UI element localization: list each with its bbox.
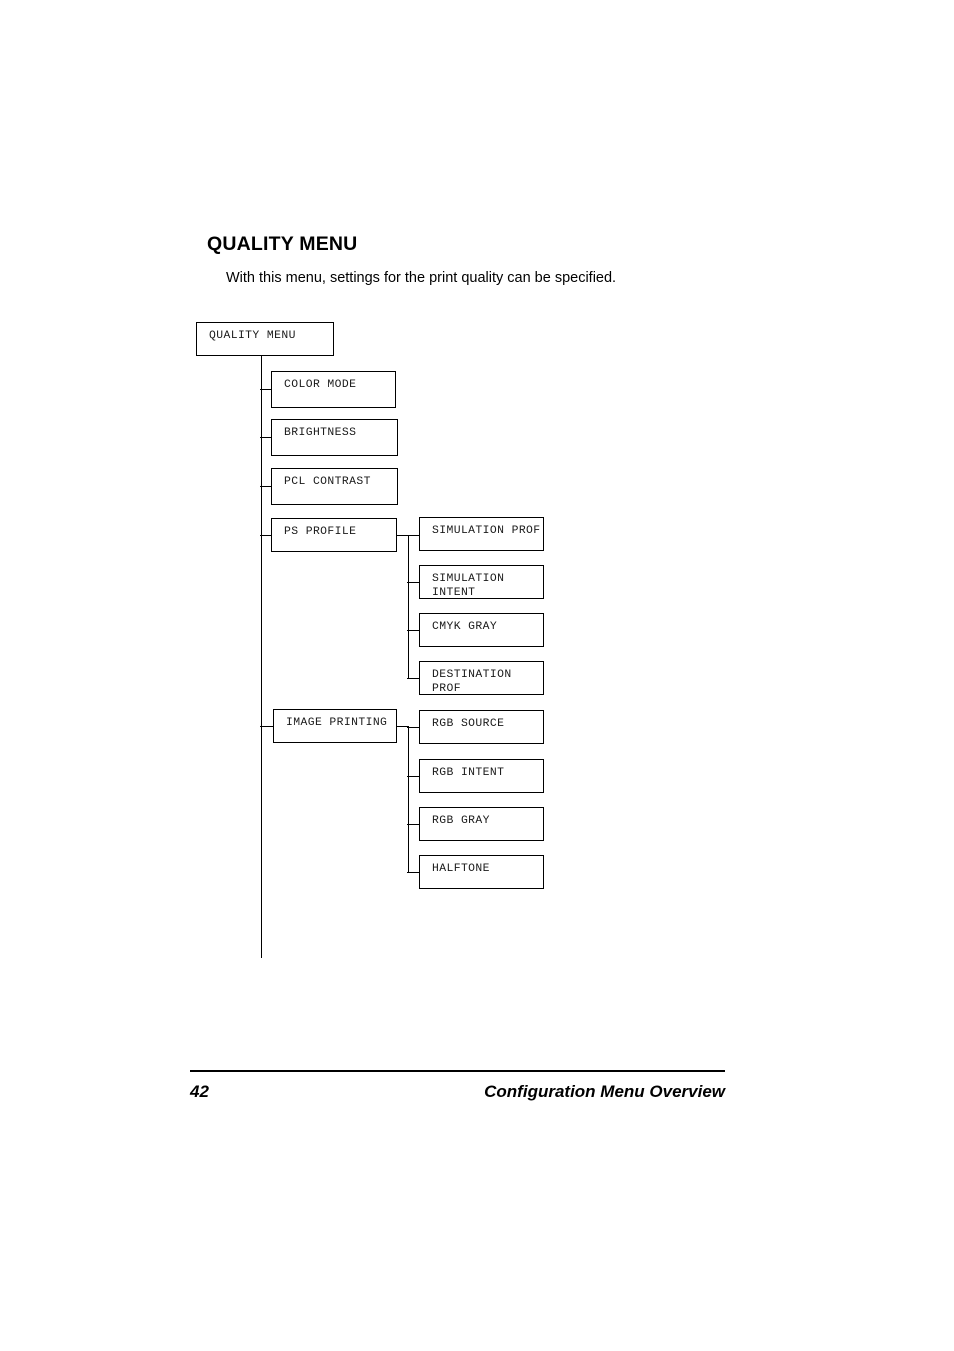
branch-line-brightness xyxy=(260,437,272,439)
menu-node-pcl-contrast: PCL CONTRAST xyxy=(271,468,398,505)
branch-line-rgb-intent xyxy=(407,776,420,778)
branch-line-color-mode xyxy=(260,389,272,391)
menu-node-image-printing: IMAGE PRINTING xyxy=(273,709,397,743)
trunk-line-image-printing-children xyxy=(407,726,409,872)
menu-node-ps-profile: PS PROFILE xyxy=(271,518,397,552)
branch-line-simulation-prof xyxy=(407,535,420,537)
branch-line-pcl-contrast xyxy=(260,486,272,488)
menu-node-rgb-intent: RGB INTENT xyxy=(419,759,544,793)
menu-node-simulation-prof: SIMULATION PROF xyxy=(419,517,544,551)
trunk-line-main xyxy=(260,356,262,958)
menu-node-cmyk-gray: CMYK GRAY xyxy=(419,613,544,647)
branch-line-destination-prof xyxy=(407,678,420,680)
menu-node-halftone: HALFTONE xyxy=(419,855,544,889)
branch-line-rgb-source xyxy=(407,727,420,729)
branch-line-image-printing xyxy=(260,726,274,728)
menu-node-destination-prof: DESTINATION PROF xyxy=(419,661,544,695)
footer-divider xyxy=(190,1070,725,1073)
menu-node-color-mode: COLOR MODE xyxy=(271,371,396,408)
menu-node-rgb-source: RGB SOURCE xyxy=(419,710,544,744)
menu-node-simulation-intent: SIMULATION INTENT xyxy=(419,565,544,599)
menu-node-rgb-gray: RGB GRAY xyxy=(419,807,544,841)
branch-line-cmyk-gray xyxy=(407,630,420,632)
menu-node-quality-menu: QUALITY MENU xyxy=(196,322,334,356)
menu-tree-diagram: QUALITY MENU COLOR MODE BRIGHTNESS PCL C… xyxy=(0,0,954,1000)
footer-page-number: 42 xyxy=(190,1082,209,1101)
branch-line-rgb-gray xyxy=(407,824,420,826)
footer-section-title: Configuration Menu Overview xyxy=(484,1082,725,1101)
menu-node-brightness: BRIGHTNESS xyxy=(271,419,398,456)
trunk-line-ps-profile-children xyxy=(407,535,409,678)
branch-line-halftone xyxy=(407,872,420,874)
branch-line-ps-profile xyxy=(260,535,272,537)
branch-line-simulation-intent xyxy=(407,582,420,584)
